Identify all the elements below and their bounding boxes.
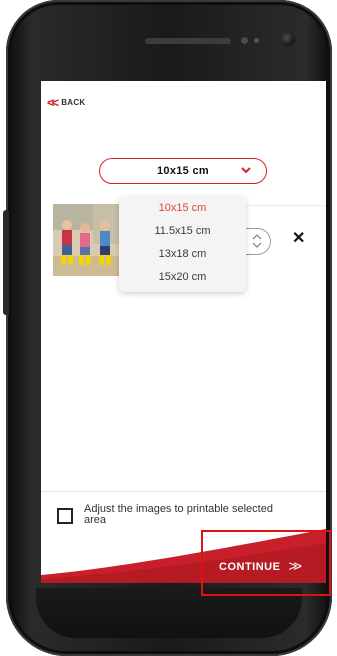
up-down-arrows-icon (252, 234, 262, 248)
size-select[interactable]: 10x15 cm (99, 158, 267, 184)
dropdown-option-10x15[interactable]: 10x15 cm (119, 196, 246, 219)
front-camera (281, 32, 295, 46)
size-select-value: 10x15 cm (157, 165, 209, 177)
size-dropdown-menu: 10x15 cm 11.5x15 cm 13x18 cm 15x20 cm (119, 196, 246, 292)
footer-divider (41, 491, 326, 492)
footer-banner (41, 529, 326, 583)
back-label: BACK (61, 98, 86, 107)
light-sensor (254, 38, 259, 43)
adjust-checkbox[interactable] (57, 508, 73, 524)
proximity-sensor (241, 37, 248, 44)
continue-label: CONTINUE (219, 560, 281, 573)
back-button[interactable]: << BACK (47, 96, 86, 109)
phone-chin (36, 588, 302, 638)
side-button (3, 210, 9, 315)
double-chevron-right-icon: >> (288, 558, 301, 575)
photo-thumbnail[interactable] (53, 204, 121, 276)
dropdown-option-15x20[interactable]: 15x20 cm (119, 265, 246, 288)
dropdown-option-13x18[interactable]: 13x18 cm (119, 242, 246, 265)
app-screen: << BACK ✕ 10x15 cm 10x15 cm 11.5x15 cm 1… (41, 81, 326, 583)
chevron-down-icon (241, 167, 251, 174)
phone-frame: << BACK ✕ 10x15 cm 10x15 cm 11.5x15 cm 1… (6, 0, 332, 656)
close-icon[interactable]: ✕ (292, 231, 305, 247)
adjust-label: Adjust the images to printable selected … (84, 503, 273, 526)
double-chevron-left-icon: << (47, 95, 59, 110)
dropdown-option-11-5x15[interactable]: 11.5x15 cm (119, 219, 246, 242)
continue-button[interactable]: CONTINUE >> (219, 558, 302, 575)
earpiece (145, 38, 231, 44)
